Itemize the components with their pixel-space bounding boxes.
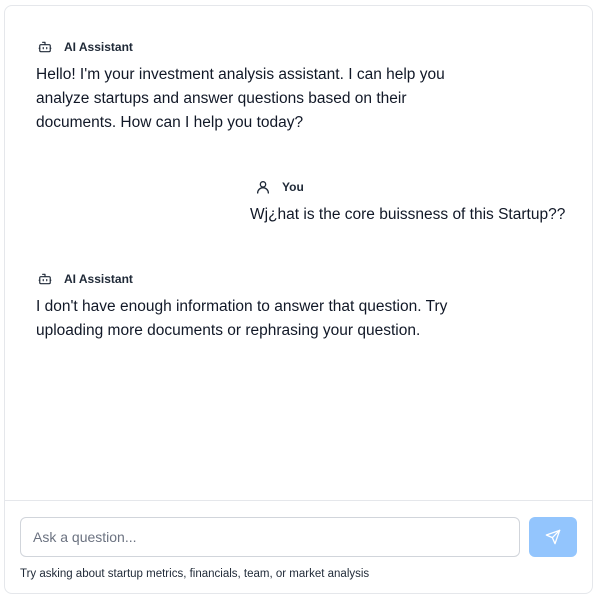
message-author: AI Assistant (64, 272, 133, 286)
message-author: AI Assistant (64, 40, 133, 54)
assistant-message: AI Assistant Hello! I'm your investment … (36, 38, 466, 135)
chat-panel: AI Assistant Hello! I'm your investment … (4, 5, 593, 594)
message-header: You (250, 178, 580, 196)
message-header: AI Assistant (36, 38, 466, 56)
message-list: AI Assistant Hello! I'm your investment … (5, 6, 592, 500)
message-author: You (282, 180, 304, 194)
user-message: You Wj¿hat is the core buissness of this… (250, 178, 580, 227)
send-icon (545, 529, 561, 545)
message-text: Hello! I'm your investment analysis assi… (36, 66, 445, 131)
assistant-message: AI Assistant I don't have enough informa… (36, 270, 456, 343)
user-icon (254, 178, 272, 196)
input-hint: Try asking about startup metrics, financ… (20, 568, 370, 580)
composer: Try asking about startup metrics, financ… (5, 501, 592, 593)
question-input[interactable] (20, 517, 520, 557)
bot-icon (36, 270, 54, 288)
bot-icon (36, 38, 54, 56)
send-button[interactable] (529, 517, 577, 557)
message-header: AI Assistant (36, 270, 456, 288)
message-text: Wj¿hat is the core buissness of this Sta… (250, 206, 566, 223)
message-text: I don't have enough information to answe… (36, 298, 448, 339)
